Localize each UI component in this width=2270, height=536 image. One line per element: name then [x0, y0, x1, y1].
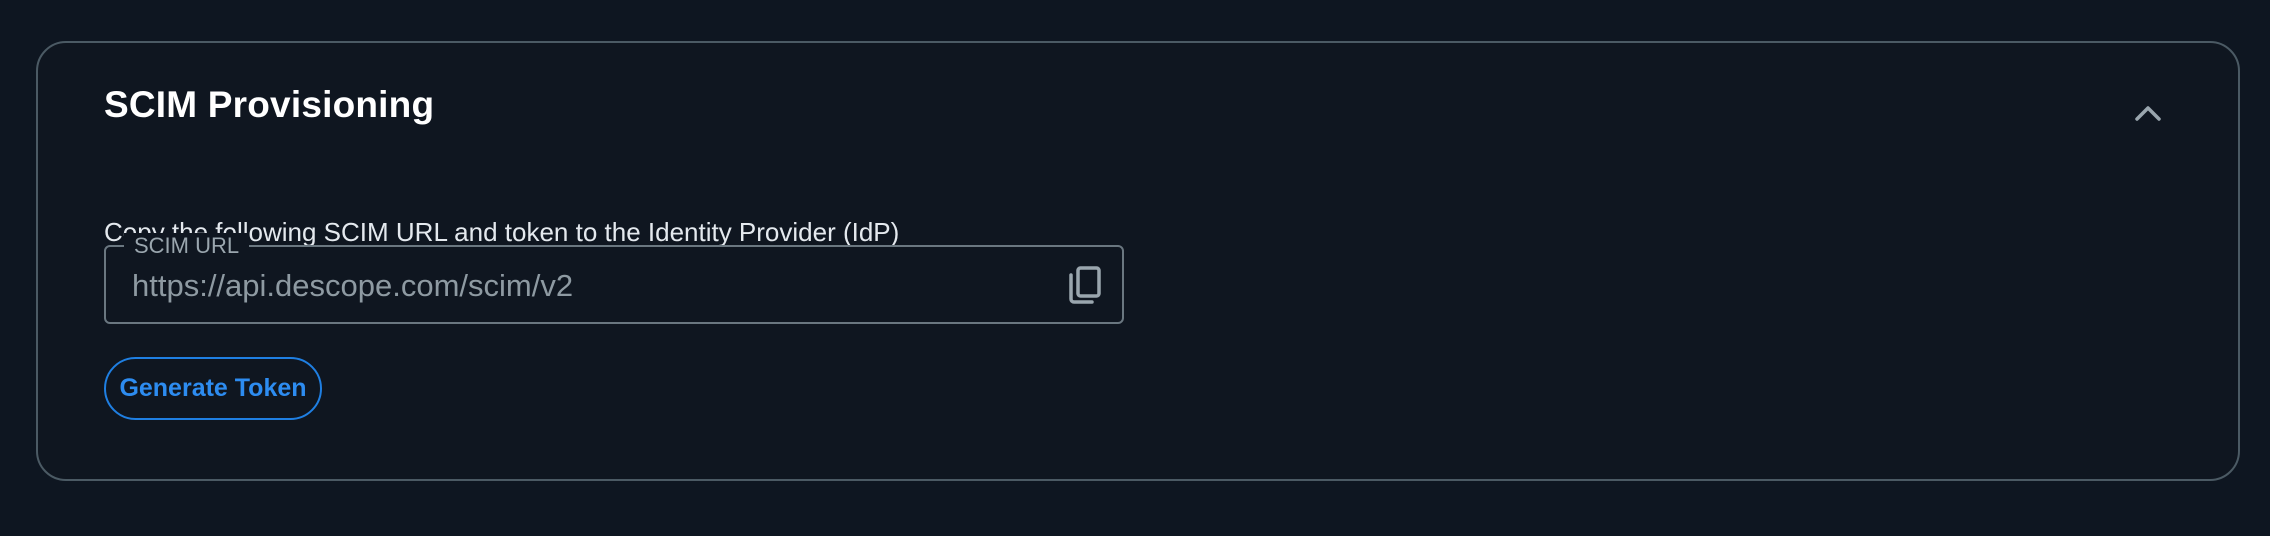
scim-provisioning-card: SCIM Provisioning Copy the following SCI…	[36, 41, 2240, 481]
copy-url-button[interactable]	[1064, 265, 1104, 305]
collapse-button[interactable]	[2128, 93, 2168, 133]
scim-url-field[interactable]: SCIM URL https://api.descope.com/scim/v2	[104, 233, 1124, 324]
scim-url-label: SCIM URL	[124, 233, 250, 259]
chevron-up-icon	[2135, 106, 2161, 121]
copy-icon	[1069, 266, 1101, 304]
generate-token-button[interactable]: Generate Token	[104, 357, 322, 420]
scim-url-value[interactable]: https://api.descope.com/scim/v2	[132, 268, 573, 304]
section-title: SCIM Provisioning	[104, 84, 435, 125]
